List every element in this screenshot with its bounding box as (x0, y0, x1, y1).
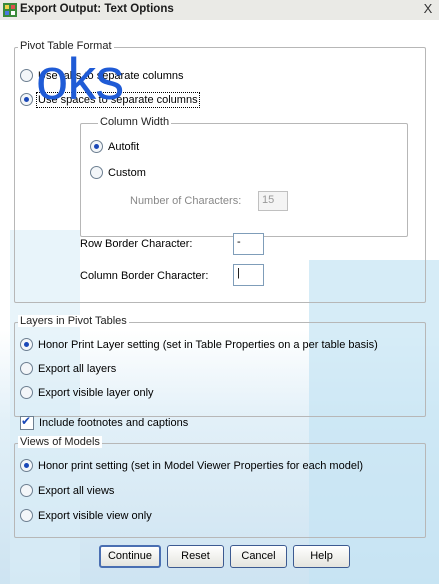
radio-label: Honor Print Layer setting (set in Table … (38, 338, 378, 351)
number-of-characters-label: Number of Characters: (130, 195, 242, 207)
column-width-legend: Column Width (98, 116, 172, 128)
row-border-input[interactable]: - (233, 233, 264, 255)
radio-button[interactable] (20, 69, 33, 82)
dialog-body: Pivot Table Format Use tabs to separate … (0, 20, 439, 584)
radio-button[interactable] (90, 166, 103, 179)
radio-label: Export all layers (38, 362, 117, 375)
continue-button[interactable]: Continue (99, 545, 161, 568)
radio-honor-print-layer[interactable]: Honor Print Layer setting (set in Table … (20, 338, 378, 351)
checkbox-label: Include footnotes and captions (39, 417, 189, 429)
radio-button[interactable] (20, 484, 33, 497)
radio-honor-print-setting[interactable]: Honor print setting (set in Model Viewer… (20, 459, 363, 472)
include-footnotes-checkbox[interactable]: Include footnotes and captions (20, 414, 189, 430)
row-border-label: Row Border Character: (80, 238, 193, 250)
radio-autofit[interactable]: Autofit (90, 140, 139, 153)
radio-label: Export visible layer only (38, 386, 154, 399)
radio-button[interactable] (20, 93, 33, 106)
radio-button[interactable] (20, 386, 33, 399)
radio-label: Honor print setting (set in Model Viewer… (38, 459, 364, 472)
column-border-input[interactable]: | (233, 264, 264, 286)
layers-legend: Layers in Pivot Tables (18, 315, 129, 327)
radio-export-all-layers[interactable]: Export all layers (20, 362, 116, 375)
radio-export-all-views[interactable]: Export all views (20, 484, 114, 497)
radio-custom[interactable]: Custom (90, 166, 146, 179)
watermark-text: oks (36, 47, 124, 112)
views-of-models-legend: Views of Models (18, 436, 102, 448)
reset-button[interactable]: Reset (167, 545, 224, 568)
radio-button[interactable] (20, 338, 33, 351)
number-of-characters-input[interactable]: 15 (258, 191, 288, 211)
radio-button[interactable] (20, 362, 33, 375)
title-bar: Export Output: Text Options X (0, 0, 439, 21)
radio-button[interactable] (90, 140, 103, 153)
window-title: Export Output: Text Options (20, 3, 174, 15)
help-button[interactable]: Help (293, 545, 350, 568)
close-icon[interactable]: X (421, 2, 435, 16)
radio-export-visible-view[interactable]: Export visible view only (20, 509, 152, 522)
radio-button[interactable] (20, 459, 33, 472)
checkbox[interactable] (20, 414, 34, 430)
radio-button[interactable] (20, 509, 33, 522)
radio-label: Autofit (108, 140, 140, 153)
radio-export-visible-layer[interactable]: Export visible layer only (20, 386, 154, 399)
column-border-label: Column Border Character: (80, 270, 209, 282)
cancel-button[interactable]: Cancel (230, 545, 287, 568)
radio-label: Export all views (38, 484, 115, 497)
app-icon (3, 3, 17, 17)
radio-label: Export visible view only (38, 509, 152, 522)
radio-label: Custom (108, 166, 146, 179)
